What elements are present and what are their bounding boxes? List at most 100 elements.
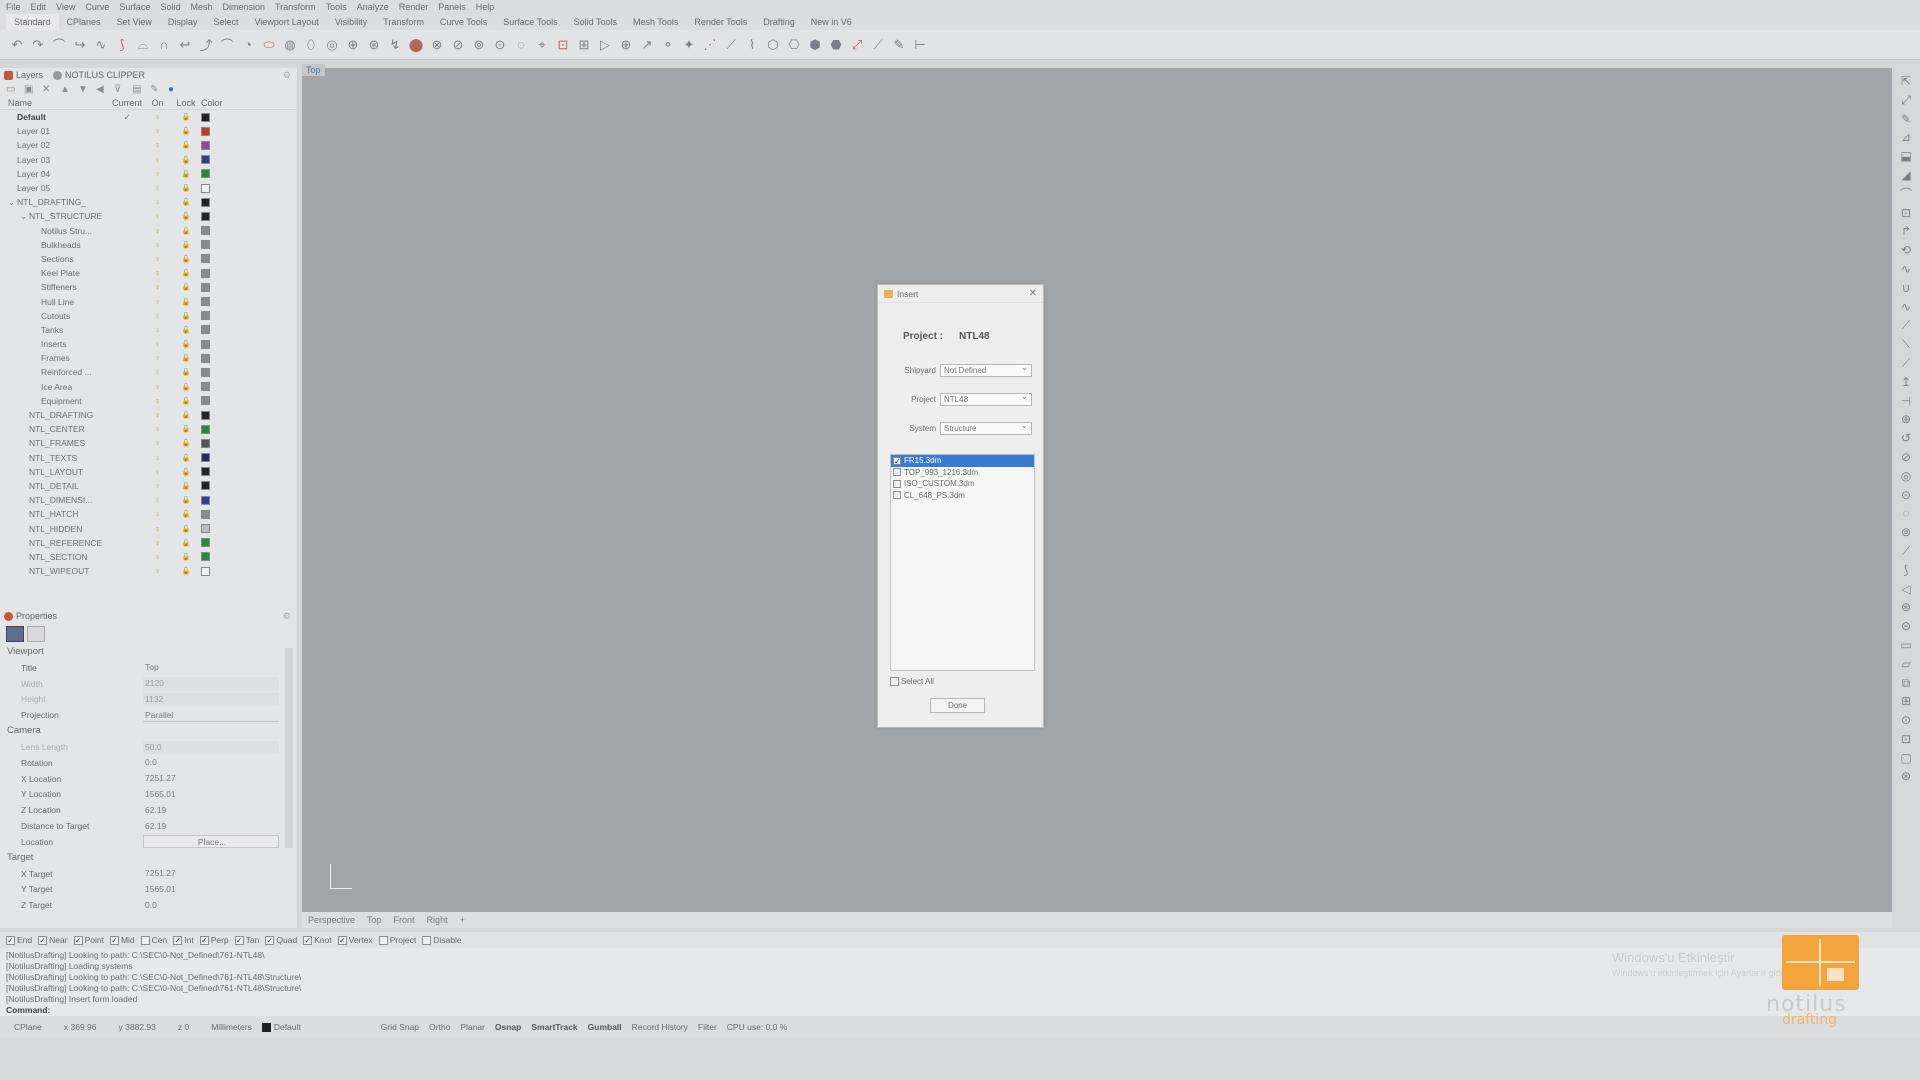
layer-color-swatch[interactable] xyxy=(201,183,210,193)
layer-color-swatch[interactable] xyxy=(201,467,210,477)
side-tool-icon-7[interactable]: ⌒ xyxy=(1897,185,1915,204)
lock-icon[interactable]: 🔓 xyxy=(171,298,201,306)
header-on[interactable]: On xyxy=(144,98,171,108)
lock-icon[interactable]: 🔓 xyxy=(171,525,201,533)
property-value[interactable]: 0.0 xyxy=(143,899,279,912)
lightbulb-icon[interactable]: ♀ xyxy=(144,467,171,477)
header-current[interactable]: Current xyxy=(110,98,144,108)
tab-visibility[interactable]: Visibility xyxy=(327,14,375,30)
tool-icon-25[interactable]: ◌ xyxy=(512,36,530,54)
side-tool-icon-13[interactable]: ∿ xyxy=(1897,298,1915,317)
layer-row[interactable]: NTL_DRAFTING ♀ 🔓 xyxy=(0,408,297,422)
layer-color-swatch[interactable] xyxy=(201,155,210,165)
layer-row[interactable]: Layer 04 ♀ 🔓 xyxy=(0,167,297,181)
osnap-vertex[interactable]: ✓ Vertex xyxy=(337,935,373,945)
side-tool-icon-33[interactable]: ⧉ xyxy=(1897,674,1915,693)
lightbulb-icon[interactable]: ♀ xyxy=(144,410,171,420)
lock-icon[interactable]: 🔓 xyxy=(171,326,201,334)
lightbulb-icon[interactable]: ♀ xyxy=(144,538,171,548)
side-tool-icon-6[interactable]: ◢ xyxy=(1897,166,1915,185)
viewport-top[interactable] xyxy=(302,68,1892,912)
file-checkbox[interactable]: ✓ xyxy=(893,456,901,465)
lightbulb-icon[interactable]: ♀ xyxy=(144,509,171,519)
side-tool-icon-11[interactable]: ∿ xyxy=(1897,260,1915,279)
lock-icon[interactable]: 🔓 xyxy=(171,113,201,121)
tool-icon-8[interactable]: ∩ xyxy=(155,36,173,54)
layer-color-swatch[interactable] xyxy=(201,453,210,463)
lock-icon[interactable]: 🔓 xyxy=(171,212,201,220)
lightbulb-icon[interactable]: ♀ xyxy=(144,282,171,292)
lock-icon[interactable]: 🔓 xyxy=(171,227,201,235)
lock-icon[interactable]: 🔓 xyxy=(171,255,201,263)
tool-icon-40[interactable]: ⬣ xyxy=(827,36,845,54)
layer-color-swatch[interactable] xyxy=(201,339,210,349)
lightbulb-icon[interactable]: ♀ xyxy=(144,396,171,406)
layer-color-swatch[interactable] xyxy=(201,112,210,122)
layer-color-swatch[interactable] xyxy=(201,254,210,264)
settings-icon[interactable]: ⚙ xyxy=(283,70,291,81)
side-tool-icon-35[interactable]: ⊙ xyxy=(1897,711,1915,730)
lightbulb-icon[interactable]: ♀ xyxy=(144,552,171,562)
osnap-near[interactable]: ✓ Near xyxy=(38,935,68,945)
lock-icon[interactable]: 🔓 xyxy=(171,383,201,391)
side-tool-icon-27[interactable]: ⟆ xyxy=(1897,561,1915,580)
layer-row[interactable]: NTL_DIMENSI... ♀ 🔓 xyxy=(0,493,297,507)
osnap-checkbox[interactable]: ✓ xyxy=(234,935,244,945)
layer-color-swatch[interactable] xyxy=(201,382,210,392)
layer-color-swatch[interactable] xyxy=(201,226,210,236)
viewport-tab-perspective[interactable]: Perspective xyxy=(308,915,355,925)
side-tool-icon-38[interactable]: ⊛ xyxy=(1897,767,1915,786)
delete-icon[interactable]: ✕ xyxy=(42,84,54,95)
lock-icon[interactable]: 🔓 xyxy=(171,397,201,405)
osnap-checkbox[interactable]: ✓ xyxy=(199,935,209,945)
menu-item-edit[interactable]: Edit xyxy=(31,2,47,12)
select-all-checkbox[interactable] xyxy=(890,677,899,686)
menu-item-transform[interactable]: Transform xyxy=(275,2,316,12)
lightbulb-icon[interactable]: ♀ xyxy=(144,311,171,321)
side-tool-icon-16[interactable]: ⟋ xyxy=(1897,354,1915,373)
close-icon[interactable]: ✕ xyxy=(1029,288,1037,299)
status-toggle-grid-snap[interactable]: Grid Snap xyxy=(381,1022,419,1032)
tab-solid-tools[interactable]: Solid Tools xyxy=(566,14,625,30)
lightbulb-icon[interactable]: ♀ xyxy=(144,254,171,264)
osnap-checkbox[interactable]: ✓ xyxy=(38,935,48,945)
lock-icon[interactable]: 🔓 xyxy=(171,496,201,504)
side-tool-icon-32[interactable]: ▱ xyxy=(1897,655,1915,674)
lock-icon[interactable]: 🔓 xyxy=(171,439,201,447)
layer-row[interactable]: NTL_FRAMES ♀ 🔓 xyxy=(0,436,297,450)
lock-icon[interactable]: 🔓 xyxy=(171,510,201,518)
osnap-quad[interactable]: ✓ Quad xyxy=(265,935,297,945)
status-toggle-gumball[interactable]: Gumball xyxy=(588,1022,622,1032)
tool-icon-27[interactable]: ⊡ xyxy=(554,36,572,54)
layer-color-swatch[interactable] xyxy=(201,396,210,406)
side-tool-icon-3[interactable]: ✎ xyxy=(1897,110,1915,129)
lock-icon[interactable]: 🔓 xyxy=(171,170,201,178)
lock-icon[interactable]: 🔓 xyxy=(171,340,201,348)
layer-row[interactable]: Layer 01 ♀ 🔓 xyxy=(0,124,297,138)
osnap-tan[interactable]: ✓ Tan xyxy=(234,935,259,945)
layer-color-swatch[interactable] xyxy=(201,509,210,519)
file-checkbox[interactable] xyxy=(893,468,901,477)
tool-icon-24[interactable]: ⊙ xyxy=(491,36,509,54)
layer-row[interactable]: Stiffeners ♀ 🔓 xyxy=(0,280,297,294)
menu-item-tools[interactable]: Tools xyxy=(326,2,347,12)
osnap-project[interactable]: Project xyxy=(378,935,416,945)
lightbulb-icon[interactable]: ♀ xyxy=(144,453,171,463)
lightbulb-icon[interactable]: ♀ xyxy=(144,481,171,491)
status-toggle-record-history[interactable]: Record History xyxy=(632,1022,688,1032)
file-item[interactable]: ISO_CUSTOM.3dm xyxy=(891,478,1034,490)
tool-icon-15[interactable]: ⬯ xyxy=(302,36,320,54)
tab-viewport-layout[interactable]: Viewport Layout xyxy=(246,14,326,30)
tab-curve-tools[interactable]: Curve Tools xyxy=(432,14,495,30)
tool-icon-6[interactable]: ⟆ xyxy=(113,36,131,54)
tool-icon-35[interactable]: ⟋ xyxy=(722,36,740,54)
lightbulb-icon[interactable]: ♀ xyxy=(144,339,171,349)
menu-item-curve[interactable]: Curve xyxy=(85,2,109,12)
lock-icon[interactable]: 🔓 xyxy=(171,425,201,433)
layer-row[interactable]: Tanks ♀ 🔓 xyxy=(0,323,297,337)
osnap-checkbox[interactable]: ✓ xyxy=(303,935,313,945)
side-tool-icon-10[interactable]: ⟲ xyxy=(1897,241,1915,260)
layer-row[interactable]: Frames ♀ 🔓 xyxy=(0,351,297,365)
osnap-checkbox[interactable] xyxy=(422,935,432,945)
tool-icon-41[interactable]: ⤢ xyxy=(848,36,866,54)
